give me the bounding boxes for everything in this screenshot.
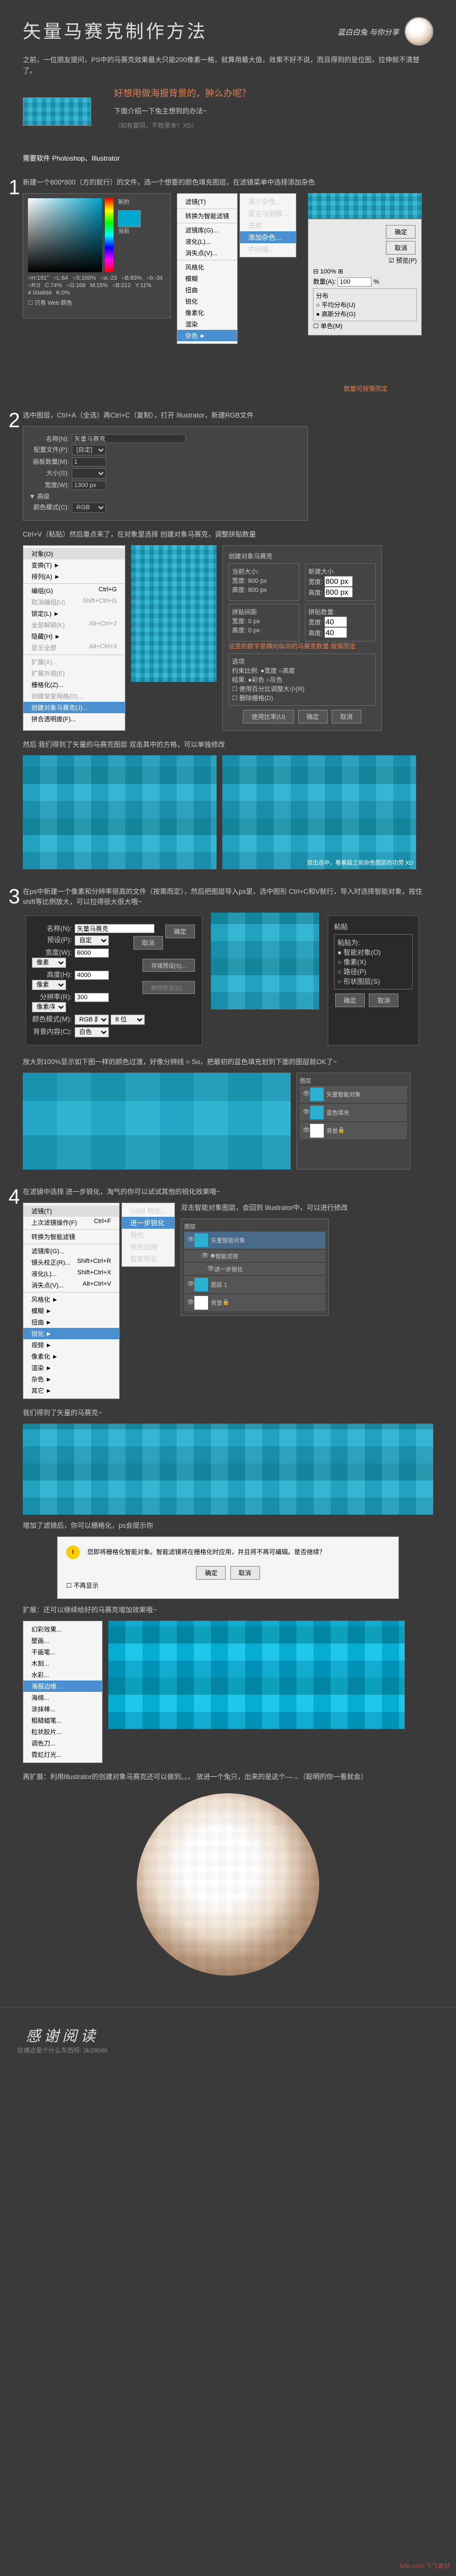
cancel-button[interactable]: 取消	[369, 993, 398, 1007]
layer-item[interactable]: 👁 图层 1	[184, 1276, 325, 1293]
layer-filter-item[interactable]: 👁 进一步锐化	[184, 1263, 325, 1275]
layer-smart-filter[interactable]: 👁 ◉ 智能滤镜	[184, 1250, 325, 1262]
step4-text4: 增加了滤镜后，你可以栅格化，ps会提示你	[23, 1520, 433, 1531]
tile-w-input[interactable]	[324, 616, 347, 627]
ok-button[interactable]: 确定	[165, 925, 195, 938]
mosaic-preview	[131, 545, 217, 682]
step2-text: 选中图层，Ctrl+A（全选）再Ctrl+C（复制），打开 Illustrato…	[23, 410, 433, 420]
rasterize-alert[interactable]: ! 您即将栅格化智能对象。智能滤镜将在栅格化时应用，并且将不再可编辑。是否继续？…	[57, 1536, 399, 1599]
step3-text2: 放大到100%显示如下图一样的颜色过渡，好像分辨线 = So，把最初的蓝色填充划…	[23, 1057, 433, 1067]
tile-h-input[interactable]	[324, 627, 347, 638]
intro-p2: 下面介绍一下兔主想到的办法~	[114, 106, 251, 117]
menu-sharpen-more[interactable]: 进一步锐化	[122, 1217, 174, 1229]
mosaic-dialog[interactable]: 创建对象马赛克 当前大小: 宽度: 800 px 高度: 800 px 新建大小…	[222, 545, 382, 731]
intro-question: 好想用做海报背景的，肿么办呢？	[114, 87, 251, 101]
intro-p3: （如有雷同，不胜荣幸！XD）	[114, 121, 251, 132]
object-menu[interactable]: 对象(O) 变换(T) ► 排列(A) ► 编组(G)Ctrl+G 取消编组(U…	[23, 545, 125, 731]
footer-author: 蓝白白兔 与你分享	[337, 26, 399, 37]
menu-noise[interactable]: 杂色 ►	[177, 330, 237, 341]
cancel-button[interactable]: 取消	[332, 710, 361, 723]
ok-button[interactable]: 确定	[196, 1566, 226, 1580]
mosaic-caption: 双击选中，看着敲之前杂色图层的功劳 XD	[307, 858, 413, 866]
footer-avatar	[405, 17, 433, 46]
sharpen-submenu[interactable]: USM 锐化... 进一步锐化 锐化 锐化边缘 智能锐化...	[121, 1203, 175, 1267]
weibo-text: 信博这是个什么东西呀: 3k2904#	[17, 2046, 107, 2055]
layers-panel-2[interactable]: 图层 👁 矢量智能对象 👁 ◉ 智能滤镜 👁 进一步锐化 👁 图层 1 👁 背景…	[181, 1219, 329, 1316]
layer-item[interactable]: 👁 矢量智能对象	[300, 1086, 407, 1103]
mosaic-poster-effect	[108, 1621, 405, 1729]
step-number-3: 3	[9, 885, 20, 909]
layer-smart-obj[interactable]: 👁 矢量智能对象	[184, 1232, 325, 1249]
cancel-button[interactable]: 取消	[133, 936, 163, 950]
step4-text5: 扩展：还可以继续给好的马赛克增加效果哦~	[23, 1605, 433, 1615]
paste-dialog[interactable]: 粘贴 粘贴为: ● 智能对象(O) ○ 像素(X) ○ 路径(P) ○ 形状图层…	[328, 915, 419, 1045]
layer-item[interactable]: 👁 蓝色填充	[300, 1104, 407, 1121]
watermark: fefe.com 飞飞素材	[400, 2561, 450, 2570]
cancel-button[interactable]: 取消	[230, 1566, 260, 1580]
cancel-button[interactable]: 取消	[386, 241, 416, 255]
intro-p1: 之前，一位朋友提问，PS中的马赛克效果最大只能200像素一格，就算用最大值，效果…	[23, 55, 433, 76]
tile-note: 这里的数字是横向纵向的马赛克数量 按需而定	[229, 641, 376, 651]
bunny-mosaic-image	[137, 1793, 319, 1976]
warning-icon: !	[66, 1545, 80, 1559]
required-software: 需要软件 Photoshop、Illustrator	[0, 153, 456, 163]
step-number-4: 4	[9, 1185, 20, 1209]
mosaic-sample-3	[211, 913, 319, 1009]
mosaic-result-1	[23, 755, 217, 869]
step4-text2: 双击智能对象图层，会回到 Illustrator中，可以进行修改	[181, 1203, 348, 1213]
ok-button[interactable]: 确定	[386, 225, 416, 239]
artistic-menu[interactable]: 幻彩效果... 壁画... 干画笔... 木刻... 水彩... 海报边缘...…	[23, 1621, 103, 1763]
step2-text2: Ctrl+V（粘贴）然后重点来了，在对象里选择 创建对象马赛克，调整拼贴数量	[23, 529, 433, 539]
ok-button[interactable]: 确定	[335, 993, 365, 1007]
new-color-swatch	[118, 210, 141, 227]
step4-text3: 我们得到了矢量的马赛克~	[23, 1408, 433, 1418]
color-gradient[interactable]	[28, 198, 102, 272]
step4-text: 在滤镜中选择 进一步锐化，淘气的你可以试试其他的锐化效果哦~	[23, 1187, 433, 1197]
filter-menu-2[interactable]: 滤镜(T) 上次滤镜操作(F)Ctrl+F 转换为智能滤镜 滤镜库(G)... …	[23, 1203, 120, 1399]
sample-thumb	[23, 97, 91, 126]
mosaic-result-2: 双击选中，看着敲之前杂色图层的功劳 XD	[222, 755, 416, 869]
mosaic-final	[23, 1424, 433, 1515]
menu-poster-edges[interactable]: 海报边缘...	[23, 1680, 102, 1692]
filter-menu[interactable]: 滤镜(T) 转换为智能滤镜 滤镜库(G)... 液化(L)... 消失点(V).…	[177, 193, 238, 344]
thanks-text: 感谢阅读	[17, 2025, 107, 2046]
color-picker[interactable]: 新的 当前 ○H:191° ○L:64 ○S:100% ○a:-23 ○B:83…	[23, 193, 171, 318]
menu-filter[interactable]: 滤镜(T)	[177, 196, 237, 207]
step4-text6: 再扩展：利用Illustrator的创建对象马赛克还可以做到。。。 放进一个兔只…	[23, 1772, 433, 1782]
step1-text: 新建一个800*800（方的就行）的文件，选一个想要的颜色填充图层，在滤镜菜单中…	[23, 177, 433, 187]
step-number-1: 1	[9, 175, 20, 199]
step3-text: 在ps中新建一个像素和分辨率很高的文件（按需而定），然后把图层导入ps里，选中图…	[23, 886, 433, 907]
layer-item[interactable]: 👁 背景 🔒	[300, 1122, 407, 1139]
layers-panel[interactable]: 图层 👁 矢量智能对象 👁 蓝色填充 👁 背景 🔒	[296, 1073, 410, 1170]
noise-dialog[interactable]: 确定 取消 ☑ 预览(P) ⊟ 100% ⊞ 数量(A): % 分布 ○ 平均分…	[308, 219, 422, 336]
menu-sharpen[interactable]: 锐化 ►	[23, 1328, 119, 1339]
hue-slider[interactable]	[105, 198, 113, 272]
amount-input[interactable]	[337, 277, 372, 287]
step2-text3: 然后 我们得到了矢量的马赛克图层 双击其中的方格，可以单独修改	[23, 739, 433, 750]
noise-preview: 确定 取消 ☑ 预览(P) ⊟ 100% ⊞ 数量(A): % 分布 ○ 平均分…	[308, 193, 422, 301]
ps-new-dialog[interactable]: 名称(N): 确定 预设(P):自定 取消 宽度(W): 像素 存储预设(S).…	[26, 915, 202, 1045]
menu-create-mosaic[interactable]: 创建对象马赛克(J)...	[23, 702, 125, 713]
ai-new-dialog[interactable]: 名称(N): 配置文件(P):[自定] 画板数量(M): 大小(S): 宽度(W…	[23, 426, 308, 521]
step-number-2: 2	[9, 408, 20, 432]
mosaic-enlarged	[23, 1073, 291, 1170]
menu-add-noise[interactable]: 添加杂色...	[240, 231, 296, 243]
color-values: 新的 当前	[118, 198, 141, 272]
noise-submenu[interactable]: 减少杂色... 蒙尘与划痕... 去斑 添加杂色... 中间值...	[239, 193, 296, 257]
layer-item[interactable]: 👁 背景 🔒	[184, 1294, 325, 1311]
ok-button[interactable]: 确定	[298, 710, 328, 723]
noise-note: 数量可按需而定	[23, 384, 388, 393]
